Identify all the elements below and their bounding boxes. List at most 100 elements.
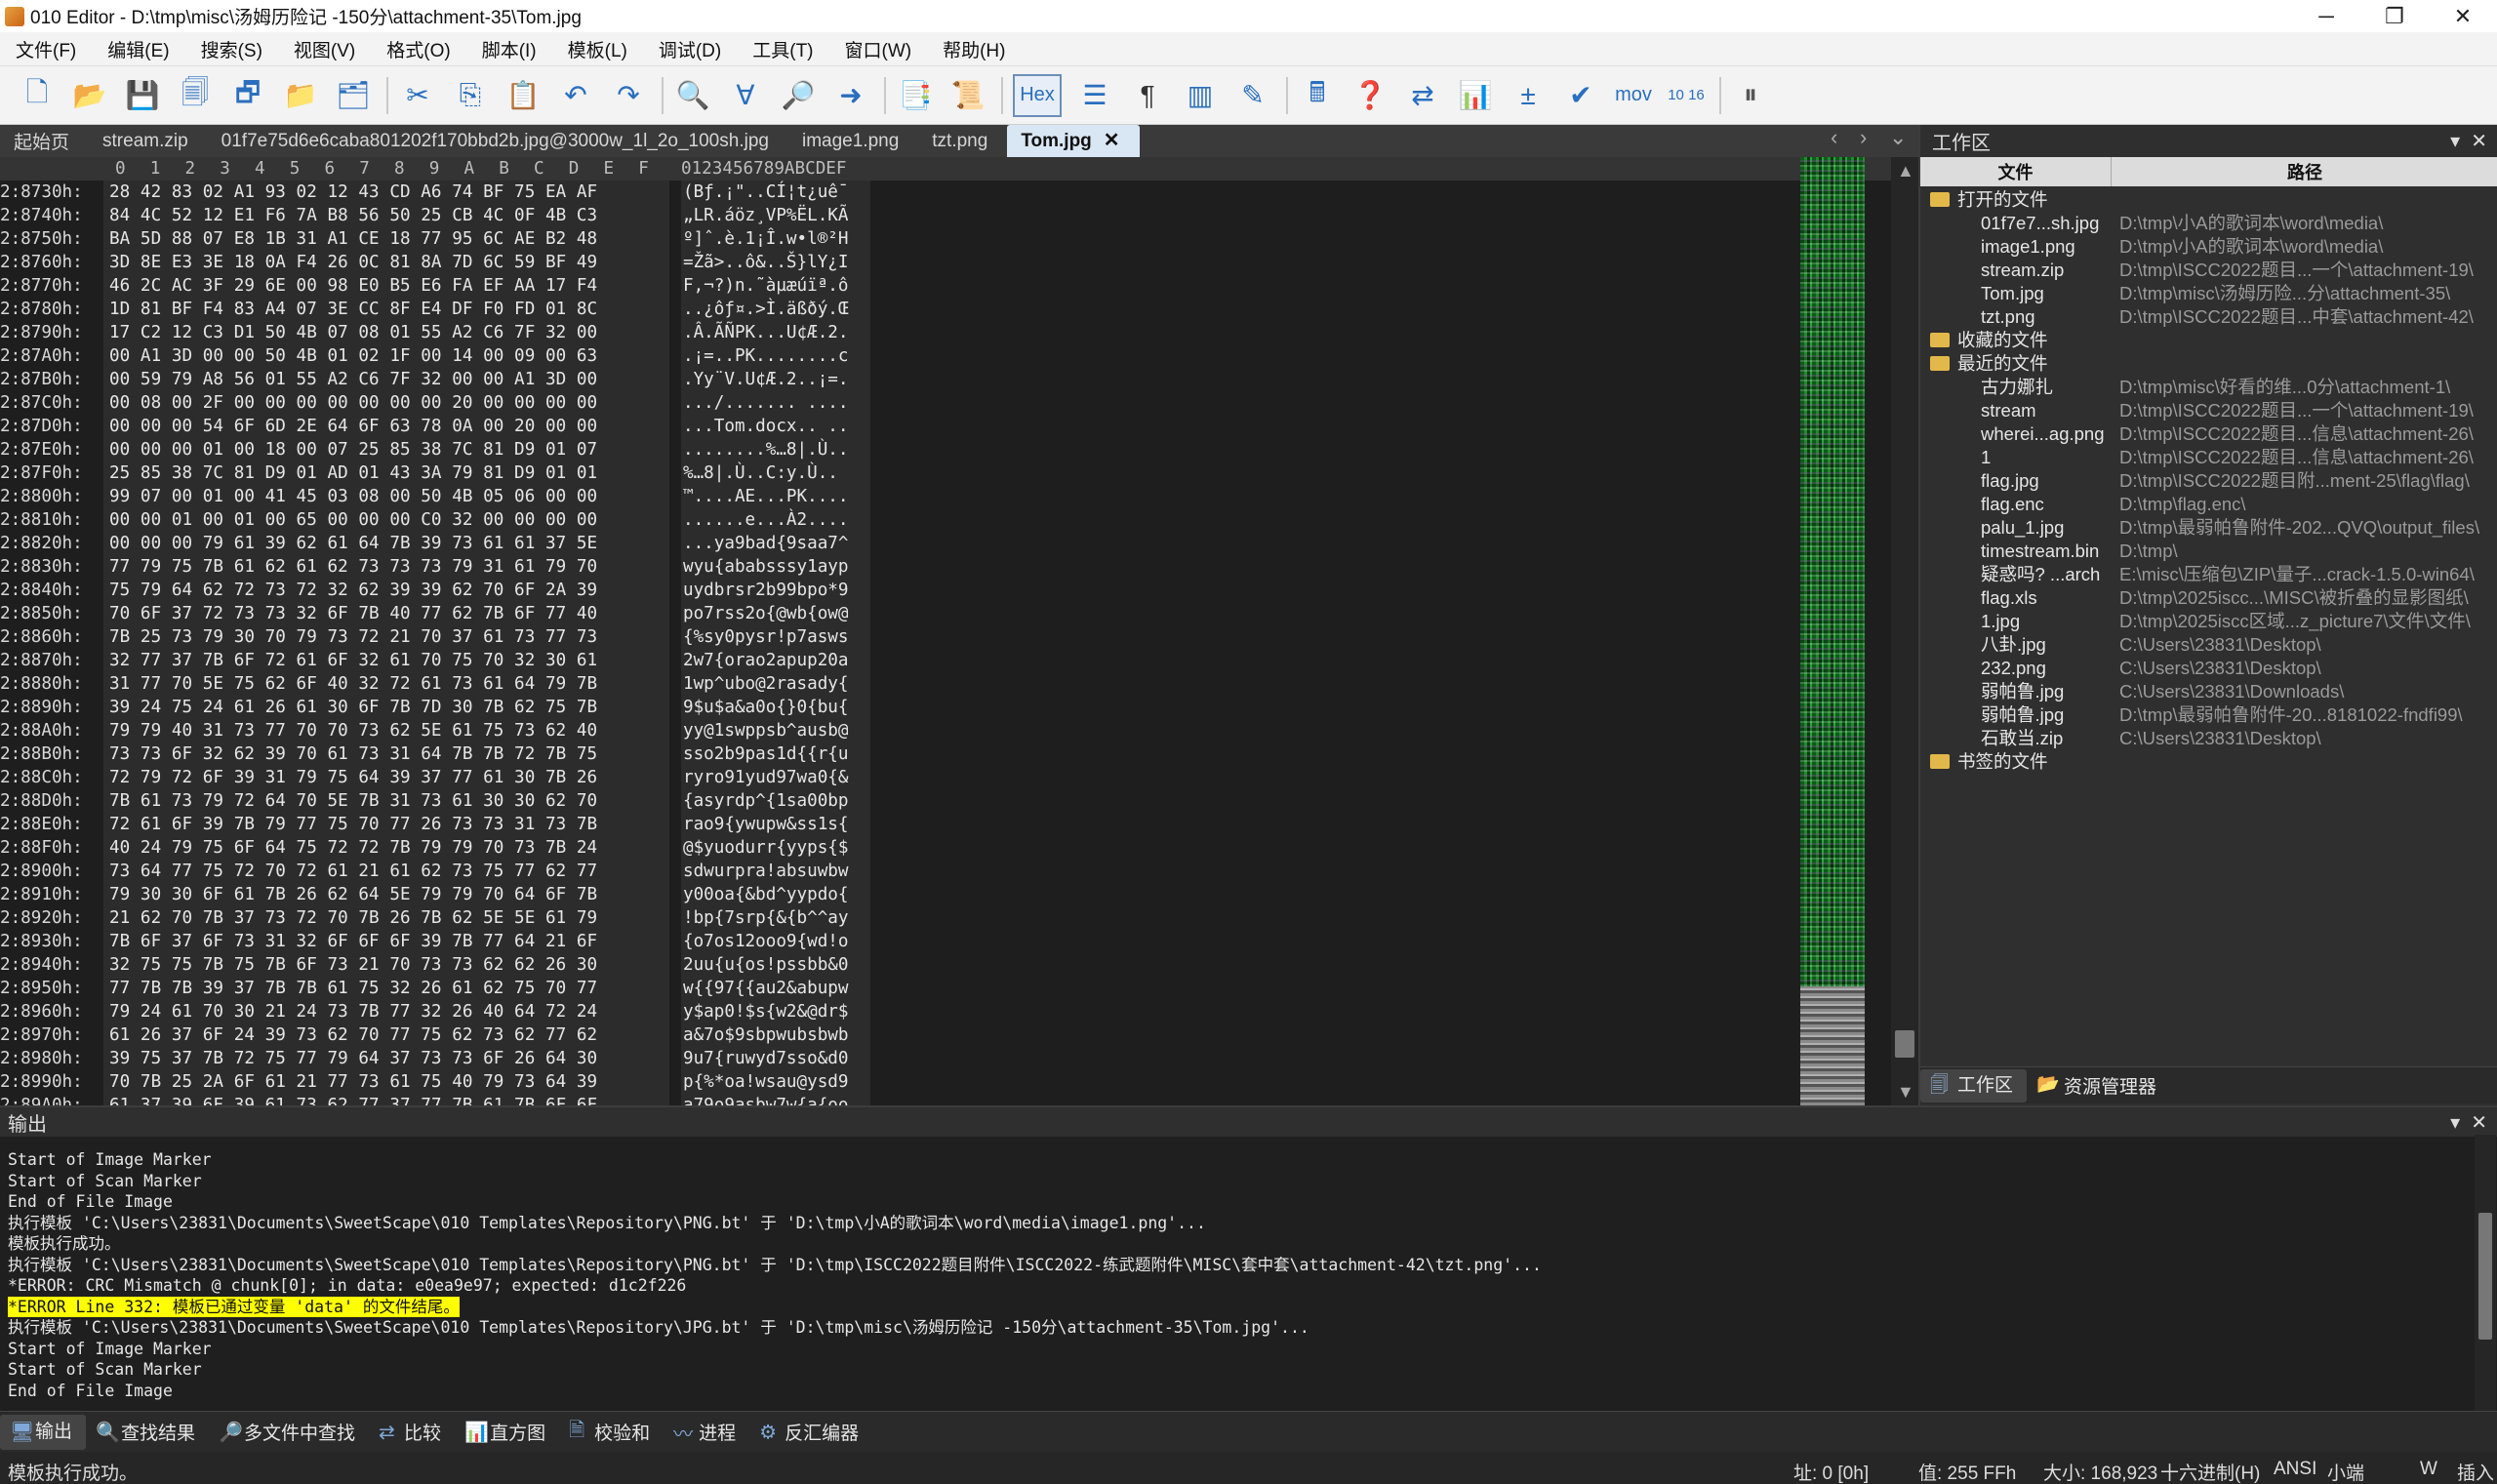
tab-file[interactable]: Tom.jpg ✕: [1007, 125, 1140, 157]
hex-row-bytes[interactable]: 61 26 37 6F 24 39 73 62 70 77 75 62 73 6…: [103, 1023, 669, 1047]
hex-row-ascii[interactable]: =Žã>..ô&..Š}lY¿I: [681, 251, 870, 274]
hex-row-ascii[interactable]: 2w7{orao2apup20a: [681, 649, 870, 672]
hex-row-ascii[interactable]: w{{97{{au2&abupw: [681, 977, 870, 1000]
minimize-button[interactable]: ─: [2292, 0, 2360, 32]
output-scrollbar[interactable]: [2475, 1135, 2496, 1411]
workspace-file-row[interactable]: wherei...ag.png D:\tmp\ISCC2022题目...信息\at…: [1920, 422, 2497, 446]
menu-item[interactable]: 调试(D): [643, 36, 737, 62]
hex-row-ascii[interactable]: yy@1swppsb^ausb@: [681, 719, 870, 742]
replace-icon[interactable]: Ɐ: [726, 74, 765, 117]
byte-visualization-bar[interactable]: [1800, 157, 1865, 1105]
hex-row-bytes[interactable]: 3D 8E E3 3E 18 0A F4 26 0C 81 8A 7D 6C 5…: [103, 251, 669, 274]
hex-row-ascii[interactable]: a&7o$9sbpwubsbwb: [681, 1023, 870, 1047]
hex-row-ascii[interactable]: {asyrdp^{1sa00bp: [681, 789, 870, 813]
calculator-icon[interactable]: 🖩: [1298, 74, 1337, 117]
tab-prev-icon[interactable]: ‹: [1831, 125, 1837, 150]
workspace-file-row[interactable]: tzt.png D:\tmp\ISCC2022题目...中套\attachment…: [1920, 305, 2497, 329]
run-script-icon[interactable]: 📜: [948, 74, 987, 117]
hex-row-ascii[interactable]: 9u7{ruwyd7sso&d0: [681, 1047, 870, 1070]
hex-row-bytes[interactable]: 00 00 00 01 00 18 00 07 25 85 38 7C 81 D…: [103, 438, 669, 461]
hex-row-bytes[interactable]: 70 7B 25 2A 6F 61 21 77 73 61 75 40 79 7…: [103, 1070, 669, 1094]
hex-row-bytes[interactable]: 00 59 79 A8 56 01 55 A2 C6 7F 32 00 00 A…: [103, 368, 669, 391]
workspace-file-row[interactable]: 1 D:\tmp\ISCC2022题目...信息\attachment-26\: [1920, 446, 2497, 469]
hex-row-ascii[interactable]: ...Tom.docx.. ..: [681, 415, 870, 438]
menu-item[interactable]: 工具(T): [737, 36, 828, 62]
hex-row-bytes[interactable]: 77 79 75 7B 61 62 61 62 73 73 73 79 31 6…: [103, 555, 669, 579]
output-log[interactable]: Start of Image Marker Start of Scan Marke…: [8, 1149, 1542, 1401]
hex-row-bytes[interactable]: 72 79 72 6F 39 31 79 75 64 39 37 77 61 3…: [103, 766, 669, 789]
bottom-tab[interactable]: ⚙ 反汇编器: [749, 1419, 872, 1445]
pause-icon[interactable]: ⏸: [1731, 74, 1770, 117]
workspace-file-row[interactable]: 01f7e7...sh.jpg D:\tmp\小A的歌词本\word\media\: [1920, 212, 2497, 235]
hex-row-bytes[interactable]: 32 75 75 7B 75 7B 6F 73 21 70 73 73 62 6…: [103, 953, 669, 977]
hex-row-bytes[interactable]: 39 75 37 7B 72 75 77 79 64 37 73 73 6F 2…: [103, 1047, 669, 1070]
workspace-file-row[interactable]: stream D:\tmp\ISCC2022题目...一个\attachment-…: [1920, 399, 2497, 422]
goto-icon[interactable]: ➜: [831, 74, 870, 117]
hex-row-bytes[interactable]: 79 79 40 31 73 77 70 70 73 62 5E 61 75 7…: [103, 719, 669, 742]
open-file-icon[interactable]: 📂: [70, 74, 109, 117]
bottom-tab[interactable]: 🔎 多文件中查找: [209, 1419, 369, 1445]
workspace-group[interactable]: 打开的文件: [1920, 188, 2497, 212]
hex-row-bytes[interactable]: 99 07 00 01 00 41 45 03 08 00 50 4B 05 0…: [103, 485, 669, 508]
hex-row-ascii[interactable]: !bp{7srp{&{b^^ay: [681, 906, 870, 930]
hex-row-bytes[interactable]: 28 42 83 02 A1 93 02 12 43 CD A6 74 BF 7…: [103, 180, 669, 204]
output-panel-controls[interactable]: ▾ ✕: [2450, 1110, 2487, 1135]
hex-row-bytes[interactable]: 73 64 77 75 72 70 72 61 21 61 62 73 75 7…: [103, 860, 669, 883]
maximize-button[interactable]: ❐: [2360, 0, 2429, 32]
tab-file[interactable]: stream.zip: [89, 131, 208, 152]
undo-icon[interactable]: ↶: [556, 74, 595, 117]
hex-row-bytes[interactable]: 00 A1 3D 00 00 50 4B 01 02 1F 00 14 00 0…: [103, 344, 669, 368]
hex-row-ascii[interactable]: F,¬?)n.˜àµæúïª.ô: [681, 274, 870, 298]
hex-row-bytes[interactable]: 1D 81 BF F4 83 A4 07 3E CC 8F E4 DF F0 F…: [103, 298, 669, 321]
tab-explorer[interactable]: 📂 资源管理器: [2027, 1072, 2170, 1099]
hex-row-ascii[interactable]: {%sy0pysr!p7asws: [681, 625, 870, 649]
status-endian[interactable]: 小端: [2327, 1459, 2364, 1484]
hex-row-bytes[interactable]: 77 7B 7B 39 37 7B 7B 61 75 32 26 61 62 7…: [103, 977, 669, 1000]
workspace-file-row[interactable]: 石敢当.zip C:\Users\23831\Desktop\: [1920, 727, 2497, 750]
hex-mode-button[interactable]: Hex: [1013, 73, 1062, 117]
status-mode[interactable]: 十六进制(H): [2160, 1459, 2260, 1484]
new-file-icon[interactable]: 🗋: [18, 74, 57, 117]
scrollbar-thumb[interactable]: [2478, 1213, 2492, 1340]
scroll-down-icon[interactable]: ▼: [1897, 1082, 1914, 1103]
hex-row-ascii[interactable]: ........%…8|.Ù..: [681, 438, 870, 461]
hex-row-bytes[interactable]: 7B 25 73 79 30 70 79 73 72 21 70 37 61 7…: [103, 625, 669, 649]
hex-row-ascii[interactable]: @$yuodurr{yyps{$: [681, 836, 870, 860]
hex-row-ascii[interactable]: %…8|.Ù.­.C:y.Ù..: [681, 461, 870, 485]
hex-row-bytes[interactable]: 40 24 79 75 6F 64 75 72 72 7B 79 79 70 7…: [103, 836, 669, 860]
menu-item[interactable]: 视图(V): [278, 36, 371, 62]
hex-row-ascii[interactable]: (Bƒ.¡"..CÍ¦t¿uê¯: [681, 180, 870, 204]
hex-row-ascii[interactable]: ryro91yud97wa0{&: [681, 766, 870, 789]
hex-row-bytes[interactable]: 7B 61 73 79 72 64 70 5E 7B 31 73 61 30 3…: [103, 789, 669, 813]
open-folder-icon[interactable]: 📁: [281, 74, 320, 117]
close-button[interactable]: ✕: [2429, 0, 2497, 32]
hex-row-ascii[interactable]: ™....AE...PK....: [681, 485, 870, 508]
run-template-icon[interactable]: 📑: [896, 74, 935, 117]
save-icon[interactable]: 💾: [123, 74, 162, 117]
hex-row-bytes[interactable]: 72 61 6F 39 7B 79 77 75 70 77 26 73 73 3…: [103, 813, 669, 836]
workspace-file-row[interactable]: flag.jpg D:\tmp\ISCC2022题目附...ment-25\fla…: [1920, 469, 2497, 493]
file-column-header[interactable]: 文件: [1920, 157, 2112, 186]
hex-row-bytes[interactable]: 31 77 70 5E 75 62 6F 40 32 72 61 73 61 6…: [103, 672, 669, 696]
hex-row-ascii[interactable]: p{%*oa!wsau@ysd9: [681, 1070, 870, 1094]
hex-row-bytes[interactable]: 79 24 61 70 30 21 24 73 7B 77 32 26 40 6…: [103, 1000, 669, 1023]
checksum-icon[interactable]: ✔: [1561, 74, 1600, 117]
text-mode-icon[interactable]: ☰: [1075, 74, 1114, 117]
hex-row-bytes[interactable]: 25 85 38 7C 81 D9 01 AD 01 43 3A 79 81 D…: [103, 461, 669, 485]
menu-item[interactable]: 搜索(S): [185, 36, 278, 62]
histogram-icon[interactable]: 📊: [1456, 74, 1495, 117]
bottom-tab[interactable]: 🗎 校验和: [559, 1419, 664, 1445]
show-whitespace-icon[interactable]: ¶: [1128, 74, 1167, 117]
hex-row-bytes[interactable]: 73 73 6F 32 62 39 70 61 73 31 64 7B 7B 7…: [103, 742, 669, 766]
workspace-file-row[interactable]: 1.jpg D:\tmp\2025iscc区域...z_picture7\文件\文…: [1920, 610, 2497, 633]
hex-row-bytes[interactable]: 61 37 39 6F 39 61 73 62 77 37 77 7B 61 7…: [103, 1094, 669, 1105]
columns-icon[interactable]: ▥: [1181, 74, 1220, 117]
byte-column[interactable]: 28 42 83 02 A1 93 02 12 43 CD A6 74 BF 7…: [103, 180, 669, 1105]
hex-row-ascii[interactable]: ..¿ôƒ¤.>Ì.äßðý.Œ: [681, 298, 870, 321]
hex-row-ascii[interactable]: 1wp^ubo@2rasady{: [681, 672, 870, 696]
workspace-file-row[interactable]: 八卦.jpg C:\Users\23831\Desktop\: [1920, 633, 2497, 657]
status-encoding[interactable]: ANSI: [2274, 1459, 2316, 1480]
menu-item[interactable]: 格式(O): [371, 36, 465, 62]
compare-icon[interactable]: ⇄: [1403, 74, 1442, 117]
hex-row-ascii[interactable]: ......e...À2....: [681, 508, 870, 532]
